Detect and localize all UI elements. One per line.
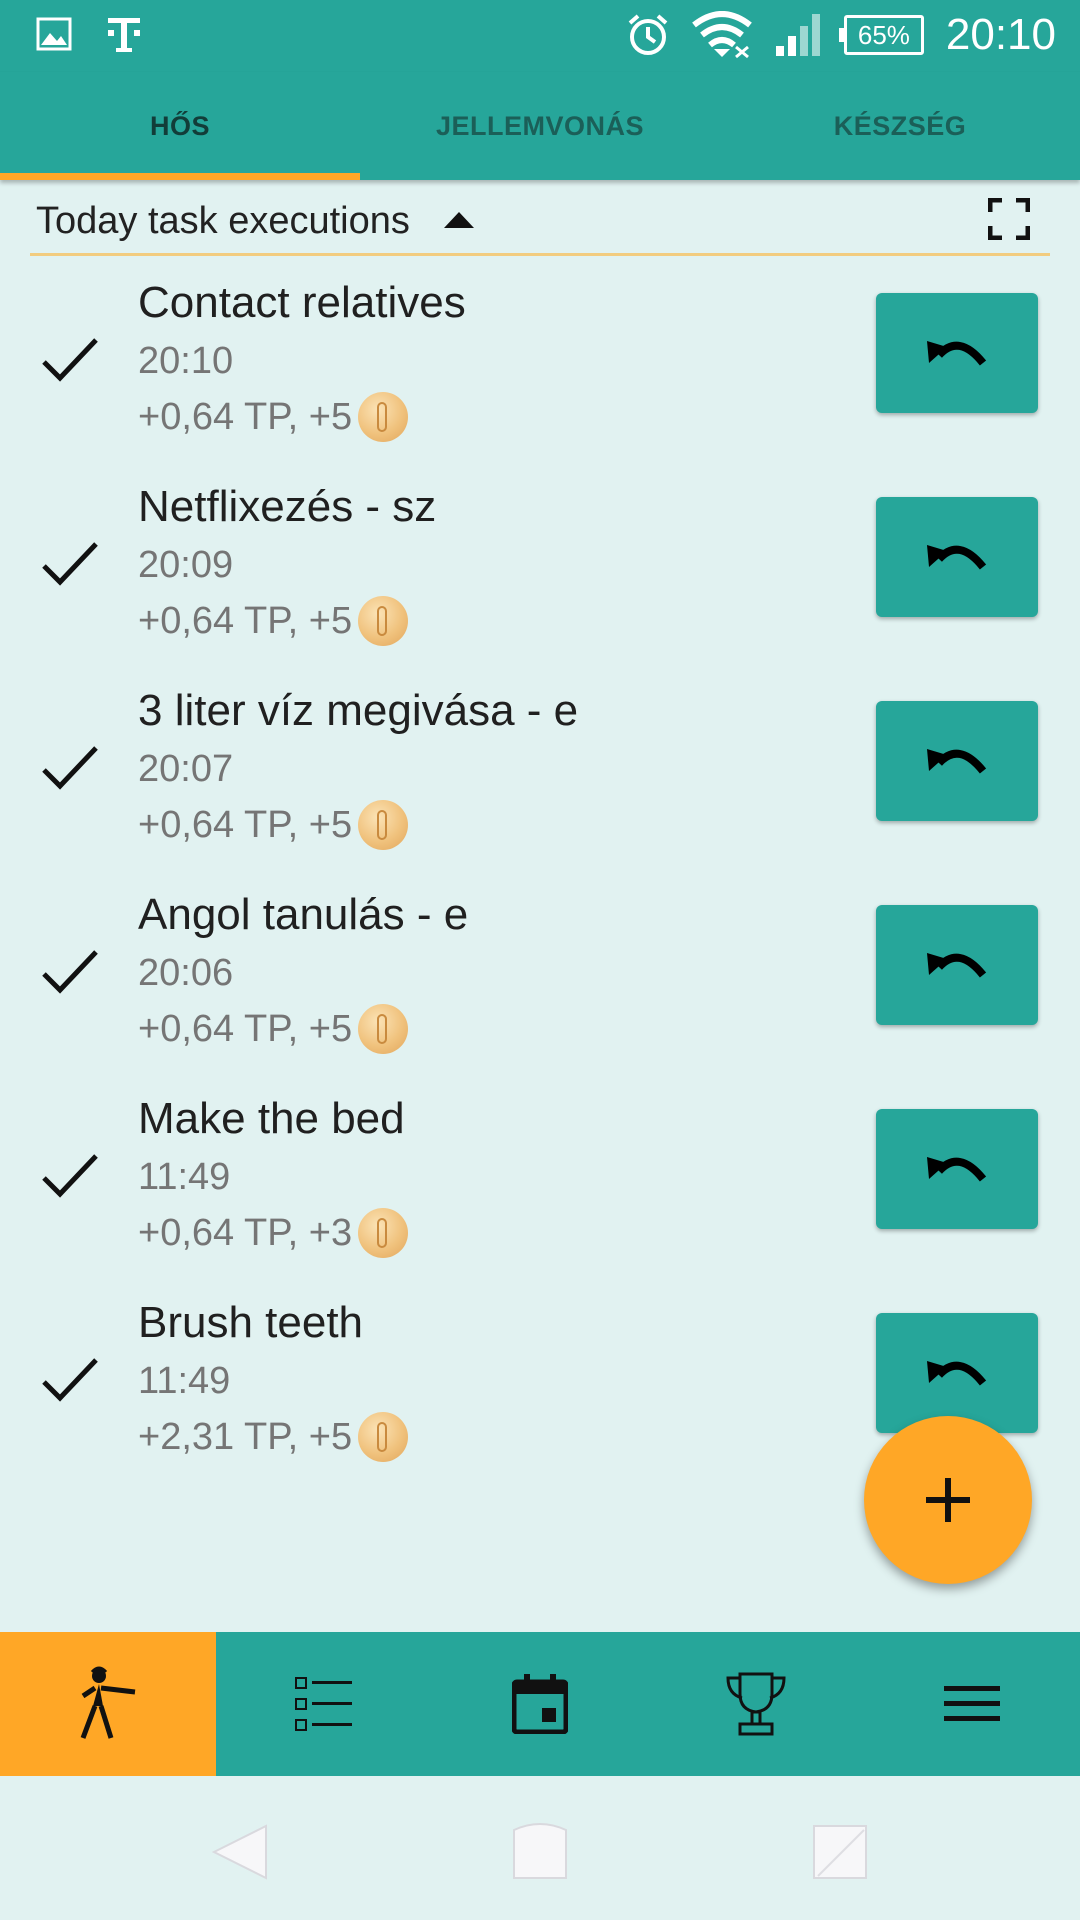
undo-icon bbox=[927, 1361, 987, 1386]
battery-icon: 65% bbox=[838, 15, 924, 55]
check-icon bbox=[42, 338, 98, 382]
task-reward: +0,64 TP, +3 bbox=[138, 1208, 409, 1258]
task-row: Angol tanulás - e 20:06 +0,64 TP, +5 bbox=[0, 882, 1080, 1086]
alarm-icon bbox=[628, 14, 668, 55]
task-time: 11:49 bbox=[138, 1360, 231, 1402]
undo-icon bbox=[927, 953, 987, 978]
undo-icon bbox=[927, 545, 987, 570]
coin-icon bbox=[358, 392, 409, 442]
bottom-nav bbox=[0, 1632, 1080, 1776]
tab-label: JELLEMVONÁS bbox=[435, 110, 645, 141]
undo-button[interactable] bbox=[876, 1313, 1038, 1433]
task-time: 20:10 bbox=[138, 340, 234, 382]
check-icon bbox=[42, 1154, 98, 1198]
tab-bar: HŐS JELLEMVONÁS KÉSZSÉG bbox=[0, 72, 1080, 180]
back-icon[interactable] bbox=[208, 1820, 272, 1884]
task-list-icon bbox=[295, 1677, 352, 1731]
undo-icon bbox=[927, 749, 987, 774]
task-name: Angol tanulás - e bbox=[138, 890, 469, 939]
reward-text: +0,64 TP, +3 bbox=[138, 1211, 353, 1254]
nav-tasks[interactable] bbox=[216, 1632, 432, 1776]
reward-text: +0,64 TP, +5 bbox=[138, 395, 353, 438]
signal-icon bbox=[775, 14, 820, 56]
task-reward: +0,64 TP, +5 bbox=[138, 596, 409, 646]
coin-icon bbox=[358, 596, 409, 646]
status-bar: 65% 20:10 bbox=[0, 0, 1080, 72]
trophy-icon bbox=[726, 1672, 786, 1736]
undo-button[interactable] bbox=[876, 497, 1038, 617]
collapse-caret-icon[interactable] bbox=[444, 212, 474, 228]
coin-icon bbox=[358, 1208, 409, 1258]
section-header[interactable]: Today task executions bbox=[30, 188, 1050, 256]
system-nav-bar bbox=[0, 1776, 1080, 1920]
undo-button[interactable] bbox=[876, 293, 1038, 413]
check-icon bbox=[42, 950, 98, 994]
undo-button[interactable] bbox=[876, 905, 1038, 1025]
task-time: 20:06 bbox=[138, 952, 234, 994]
calendar-icon bbox=[512, 1674, 568, 1734]
undo-button[interactable] bbox=[876, 1109, 1038, 1229]
reward-text: +2,31 TP, +5 bbox=[138, 1415, 353, 1458]
reward-text: +0,64 TP, +5 bbox=[138, 1007, 353, 1050]
hero-icon bbox=[80, 1666, 136, 1739]
nav-menu[interactable] bbox=[864, 1632, 1080, 1776]
task-row: Contact relatives 20:10 +0,64 TP, +5 bbox=[0, 270, 1080, 474]
tab-hero[interactable]: HŐS bbox=[0, 72, 360, 180]
nav-hero[interactable] bbox=[0, 1632, 216, 1776]
task-row: Make the bed 11:49 +0,64 TP, +3 bbox=[0, 1086, 1080, 1290]
task-reward: +2,31 TP, +5 bbox=[138, 1412, 409, 1462]
nav-achievements[interactable] bbox=[648, 1632, 864, 1776]
recents-icon[interactable] bbox=[808, 1820, 872, 1884]
task-list: Contact relatives 20:10 +0,64 TP, +5 Net… bbox=[0, 270, 1080, 1494]
plus-icon bbox=[926, 1478, 970, 1522]
status-clock: 20:10 bbox=[945, 10, 1056, 59]
reward-text: +0,64 TP, +5 bbox=[138, 599, 353, 642]
check-icon bbox=[42, 1358, 98, 1402]
coin-icon bbox=[358, 800, 409, 850]
tab-label: KÉSZSÉG bbox=[833, 110, 967, 141]
task-reward: +0,64 TP, +5 bbox=[138, 800, 409, 850]
task-reward: +0,64 TP, +5 bbox=[138, 1004, 409, 1054]
task-time: 20:07 bbox=[138, 748, 234, 790]
home-icon[interactable] bbox=[508, 1820, 572, 1884]
telekom-icon bbox=[108, 18, 140, 52]
reward-text: +0,64 TP, +5 bbox=[138, 803, 353, 846]
tab-skills[interactable]: KÉSZSÉG bbox=[720, 72, 1080, 180]
coin-icon bbox=[358, 1412, 409, 1462]
fullscreen-icon[interactable] bbox=[988, 198, 1030, 240]
image-icon bbox=[36, 17, 72, 51]
task-time: 20:09 bbox=[138, 544, 234, 586]
add-task-button[interactable] bbox=[864, 1416, 1032, 1584]
check-icon bbox=[42, 542, 98, 586]
tab-traits[interactable]: JELLEMVONÁS bbox=[360, 72, 720, 180]
task-name: Contact relatives bbox=[138, 278, 466, 327]
task-time: 11:49 bbox=[138, 1156, 231, 1198]
undo-icon bbox=[927, 341, 987, 366]
task-name: Netflixezés - sz bbox=[138, 482, 437, 531]
task-reward: +0,64 TP, +5 bbox=[138, 392, 409, 442]
wifi-icon bbox=[692, 11, 752, 59]
task-name: Brush teeth bbox=[138, 1298, 364, 1347]
tab-label: HŐS bbox=[149, 110, 210, 141]
undo-icon bbox=[927, 1157, 987, 1182]
nav-calendar[interactable] bbox=[432, 1632, 648, 1776]
task-row: 3 liter víz megivása - e 20:07 +0,64 TP,… bbox=[0, 678, 1080, 882]
menu-icon bbox=[944, 1686, 1000, 1721]
task-name: 3 liter víz megivása - e bbox=[138, 686, 579, 735]
task-row: Netflixezés - sz 20:09 +0,64 TP, +5 bbox=[0, 474, 1080, 678]
task-name: Make the bed bbox=[138, 1094, 405, 1143]
check-icon bbox=[42, 746, 98, 790]
section-title: Today task executions bbox=[36, 200, 410, 242]
undo-button[interactable] bbox=[876, 701, 1038, 821]
battery-level: 65% bbox=[857, 19, 910, 50]
coin-icon bbox=[358, 1004, 409, 1054]
